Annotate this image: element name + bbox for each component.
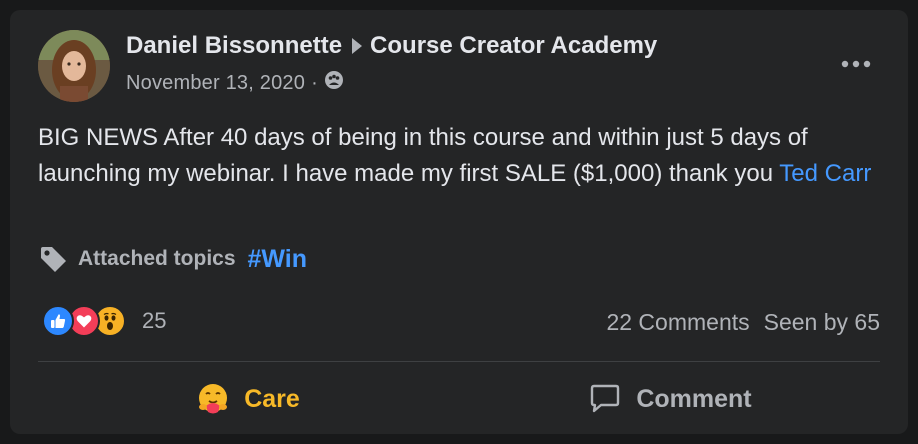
post-date[interactable]: November 13, 2020: [126, 72, 305, 95]
comment-label: Comment: [636, 384, 752, 413]
like-icon: [42, 305, 74, 337]
comment-bubble-icon: [591, 384, 620, 413]
meta-separator: ·: [311, 71, 318, 94]
comment-button[interactable]: Comment: [460, 370, 880, 428]
post-body: BIG NEWS After 40 days of being in this …: [38, 124, 808, 187]
reactions-summary[interactable]: 25: [42, 305, 166, 337]
topic-tag-win[interactable]: #Win: [248, 245, 308, 274]
group-name[interactable]: Course Creator Academy: [370, 32, 657, 60]
care-label: Care: [244, 384, 300, 413]
more-options-button[interactable]: [840, 52, 872, 76]
caret-right-icon: [352, 38, 363, 54]
author-line: Daniel Bissonnette Course Creator Academ…: [126, 32, 657, 60]
tag-icon: [41, 247, 66, 272]
care-button[interactable]: Care: [38, 370, 458, 428]
post-stats: 22 Comments Seen by 65: [606, 309, 880, 336]
avatar[interactable]: [38, 30, 110, 102]
mention-link[interactable]: Ted Carr: [779, 160, 871, 187]
post-meta: November 13, 2020 ·: [126, 70, 344, 96]
seen-by-count[interactable]: Seen by 65: [764, 309, 880, 336]
care-emoji-icon: [199, 384, 228, 414]
comments-count[interactable]: 22 Comments: [606, 309, 749, 336]
author-name[interactable]: Daniel Bissonnette: [126, 32, 342, 60]
members-icon: [324, 70, 344, 96]
divider: [38, 361, 880, 362]
attached-topics: Attached topics #Win: [38, 244, 307, 274]
topics-label: Attached topics: [78, 247, 236, 270]
reaction-count: 25: [142, 308, 167, 333]
more-dots-icon: [841, 60, 871, 68]
post-text: BIG NEWS After 40 days of being in this …: [38, 120, 888, 192]
post-card: Daniel Bissonnette Course Creator Academ…: [10, 10, 908, 434]
